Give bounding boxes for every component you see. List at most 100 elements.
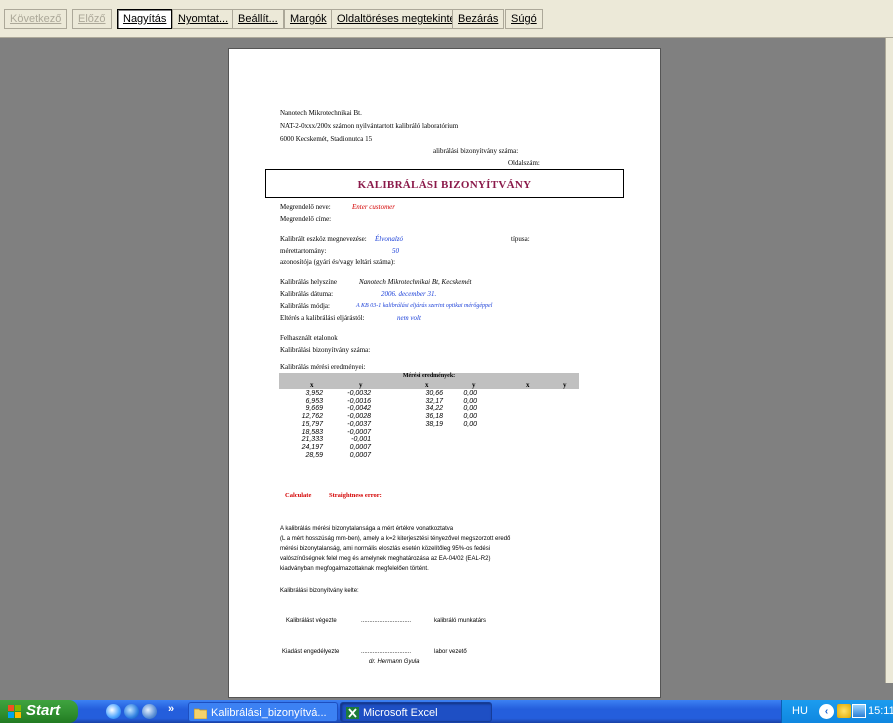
- address-line: 6000 Kecskemét, Stadionutca 15: [280, 135, 373, 143]
- lab-head-label: labor vezető: [434, 649, 467, 655]
- table-cell: 3,952: [305, 390, 323, 397]
- uncertainty-line: kiadványban megfogalmazottaknak megfelel…: [280, 566, 429, 572]
- place-label: Kalibrálás helyszíne: [280, 278, 337, 286]
- table-cell: 0,0007: [349, 443, 371, 451]
- show-desktop-icon[interactable]: [106, 704, 121, 719]
- signature-dots: ..............................: [361, 618, 412, 624]
- table-cell: 0,00: [463, 420, 477, 428]
- table-cell: 28,59: [305, 451, 323, 459]
- start-label: Start: [26, 702, 61, 719]
- cert-number-label: alibrálási bizonyítvány száma:: [433, 147, 519, 155]
- clock[interactable]: 15:11: [868, 705, 893, 717]
- scrollbar-strip[interactable]: [885, 38, 893, 683]
- table-cell: -0,001: [351, 436, 371, 444]
- page-break-preview-button[interactable]: Oldaltöréses megtekintés: [331, 9, 468, 29]
- table-cell: -0,0028: [347, 413, 371, 421]
- table-cell: -0,0007: [347, 428, 371, 436]
- deviation-value[interactable]: nem volt: [397, 314, 421, 322]
- table-cell: 18,583: [301, 428, 323, 436]
- uncertainty-line: (L a mért hosszúság mm-ben), amely a k=2…: [280, 536, 511, 542]
- table-cell: 32,17: [425, 397, 443, 405]
- table-cell: 21,333: [301, 436, 323, 444]
- calibrator-label: kalibráló munkatárs: [434, 618, 487, 624]
- document-page[interactable]: Nanotech Mikrotechnikai Bt. NAT-2-0xxx/2…: [228, 48, 661, 698]
- table-cell: 0,00: [463, 413, 477, 421]
- deviation-label: Eltérés a kalibrálási eljárástól:: [280, 314, 365, 322]
- device-name-value[interactable]: Élvonalzó: [375, 235, 403, 243]
- margins-button[interactable]: Margók: [284, 9, 333, 29]
- accreditation-line: NAT-2-0xxx/200x számon nyilvántartott ka…: [280, 122, 459, 130]
- security-shield-icon[interactable]: [837, 704, 851, 718]
- table-cell: 12,762: [301, 413, 323, 421]
- cert-date-label: Kalibrálási bizonyítvány kelte:: [280, 588, 359, 594]
- uncertainty-line: valószínűségnek felel meg és amelynek me…: [280, 556, 491, 562]
- x1-values: 3,952 6,953 9,669 12,762 15,797 18,583 2…: [279, 390, 323, 459]
- date-label: Kalibrálás dátuma:: [280, 290, 334, 298]
- customer-name-label: Megrendelő neve:: [280, 203, 331, 211]
- quick-launch-icon[interactable]: [142, 704, 157, 719]
- folder-icon: [194, 708, 207, 719]
- standards-label: Felhasznált etalonok: [280, 334, 338, 342]
- taskbar-item-label: Microsoft Excel: [363, 707, 438, 719]
- quick-launch-chevron[interactable]: »: [168, 703, 174, 715]
- print-button[interactable]: Nyomtat...: [172, 9, 235, 29]
- previous-page-button[interactable]: Előző: [72, 9, 112, 29]
- uncertainty-line: A kalibrálás mérési bizonytalansága a mé…: [280, 526, 454, 532]
- results-table-header: Mérési eredmények: x y x y x y: [279, 373, 579, 389]
- taskbar: Start » Kalibrálási_bizonyítvá... Micros…: [0, 700, 893, 723]
- table-cell: 0,00: [463, 397, 477, 405]
- x2-values: 30,66 32,17 34,22 36,18 38,19: [413, 390, 443, 429]
- windows-logo-icon: [8, 705, 21, 718]
- device-name-label: Kalibrált eszköz megnevezése:: [280, 235, 367, 243]
- show-hidden-icons-icon[interactable]: ‹: [819, 704, 834, 719]
- method-label: Kalibrálás módja:: [280, 302, 330, 310]
- table-cell: -0,0032: [347, 390, 371, 397]
- close-button[interactable]: Bezárás: [452, 9, 505, 29]
- taskbar-item-label: Kalibrálási_bizonyítvá...: [211, 707, 327, 719]
- language-indicator[interactable]: HU: [792, 705, 808, 717]
- taskbar-item-folder[interactable]: Kalibrálási_bizonyítvá...: [188, 702, 338, 722]
- performed-by-label: Kalibrálást végezte: [286, 618, 337, 624]
- table-cell: 34,22: [425, 405, 443, 413]
- table-cell: 6,953: [305, 397, 323, 405]
- network-icon[interactable]: [852, 704, 866, 718]
- table-cell: 30,66: [425, 390, 443, 397]
- table-cell: 24,197: [301, 443, 323, 451]
- uncertainty-line: mérési bizonytalanság, ami normális elos…: [280, 546, 491, 552]
- print-preview-toolbar: Következő Előző Nagyítás Nyomtat... Beál…: [0, 0, 893, 38]
- type-label: típusa:: [511, 235, 530, 243]
- company-name: Nanotech Mikrotechnikai Bt.: [280, 109, 362, 117]
- date-value[interactable]: 2006. december 31.: [381, 290, 436, 298]
- preview-area[interactable]: Nanotech Mikrotechnikai Bt. NAT-2-0xxx/2…: [0, 38, 885, 698]
- table-cell: 36,18: [425, 413, 443, 421]
- col-header-x1: x: [310, 381, 314, 389]
- next-page-button[interactable]: Következő: [4, 9, 68, 29]
- page-number-label: Oldalszám:: [508, 159, 540, 167]
- table-cell: -0,0037: [347, 420, 371, 428]
- signer-name: dr. Hermann Gyula: [369, 659, 420, 665]
- customer-name-value[interactable]: Enter customer: [352, 203, 395, 211]
- table-cell: -0,0016: [347, 397, 371, 405]
- title-box: KALIBRÁLÁSI BIZONYÍTVÁNY: [265, 169, 624, 198]
- zoom-button[interactable]: Nagyítás: [117, 9, 173, 29]
- calculate-label[interactable]: Calculate: [285, 492, 311, 500]
- signature-dots: ..............................: [361, 649, 412, 655]
- y2-values: 0,00 0,00 0,00 0,00 0,00: [455, 390, 477, 429]
- setup-button[interactable]: Beállít...: [232, 9, 284, 29]
- help-button[interactable]: Súgó: [505, 9, 543, 29]
- range-value[interactable]: 50: [392, 247, 399, 255]
- method-value[interactable]: A KB 03-1 kalibrálási eljárás szerint op…: [356, 302, 492, 310]
- table-cell: 0,00: [463, 390, 477, 397]
- internet-explorer-icon[interactable]: [124, 704, 139, 719]
- table-cell: 15,797: [301, 420, 323, 428]
- col-header-x3: x: [526, 381, 530, 389]
- taskbar-item-excel[interactable]: Microsoft Excel: [340, 702, 492, 722]
- straightness-label: Straightness error:: [329, 492, 382, 499]
- serial-label: azonosítója (gyári és/vagy leltári száma…: [280, 258, 396, 266]
- issued-by-label: Kiadást engedélyezte: [282, 649, 340, 655]
- customer-address-label: Megrendelő címe:: [280, 215, 332, 223]
- start-button[interactable]: Start: [0, 700, 78, 723]
- col-header-y1: y: [359, 381, 363, 389]
- table-cell: 0,0007: [349, 451, 371, 459]
- standards-cert-label: Kalibrálási bizonyítvány száma:: [280, 346, 371, 354]
